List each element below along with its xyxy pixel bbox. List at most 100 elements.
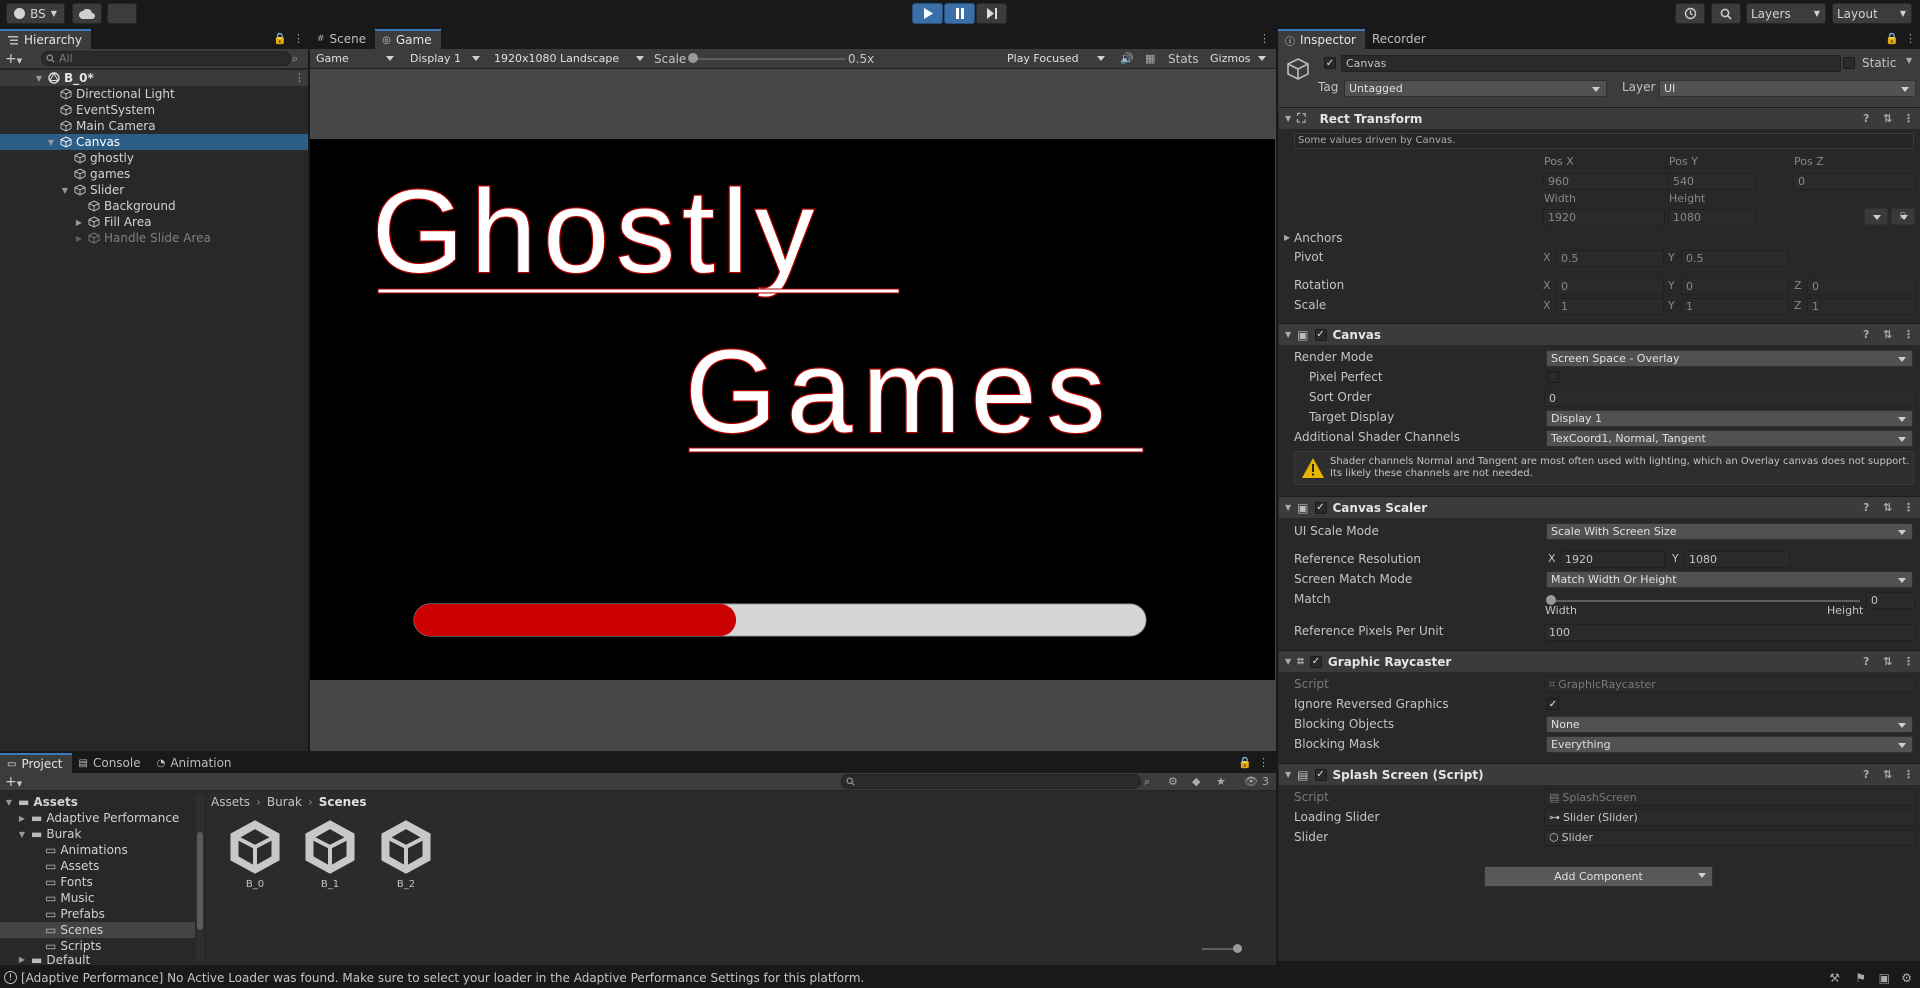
static-checkbox[interactable] bbox=[1843, 57, 1855, 69]
folder-assets-sub[interactable]: ▭ Assets bbox=[45, 858, 99, 874]
blocking-objects-dropdown[interactable]: None bbox=[1546, 716, 1913, 733]
collapse-arrow-icon[interactable]: ▶ bbox=[17, 813, 27, 823]
project-search-input[interactable] bbox=[841, 774, 1141, 789]
hierarchy-item-directional-light[interactable]: Directional Light bbox=[60, 86, 175, 102]
more-menu-icon[interactable]: ⋮ bbox=[1903, 328, 1914, 341]
folder-adaptive-performance[interactable]: ▶ ▬ Adaptive Performance bbox=[17, 810, 179, 826]
expand-arrow-icon[interactable]: ▼ bbox=[46, 137, 56, 147]
render-mode-dropdown[interactable]: Screen Space - Overlay bbox=[1546, 350, 1913, 367]
enabled-checkbox[interactable]: ✓ bbox=[1314, 328, 1327, 341]
foldout-arrow-icon[interactable]: ▼ bbox=[1285, 657, 1291, 666]
help-icon[interactable]: ? bbox=[1863, 328, 1869, 341]
step-button[interactable] bbox=[976, 3, 1007, 24]
canvas-component-header[interactable]: ▼ ▣ ✓ Canvas ? ⇅ ⋮ bbox=[1279, 323, 1920, 345]
pivot-x-field[interactable]: 0.5 bbox=[1556, 250, 1664, 267]
debug-icon[interactable]: ⚑ bbox=[1855, 971, 1866, 985]
pause-button[interactable] bbox=[944, 3, 975, 24]
pos-z-field[interactable]: 0 bbox=[1793, 173, 1916, 190]
folder-music[interactable]: ▭ Music bbox=[45, 890, 95, 906]
expand-arrow-icon[interactable]: ▼ bbox=[60, 185, 70, 195]
account-dropdown[interactable]: BS ▼ bbox=[6, 3, 65, 24]
tab-recorder[interactable]: Recorder bbox=[1364, 29, 1435, 49]
hierarchy-item-eventsystem[interactable]: EventSystem bbox=[60, 102, 155, 118]
collab-button[interactable] bbox=[107, 3, 137, 24]
folder-scripts[interactable]: ▭ Scripts bbox=[45, 938, 101, 954]
help-icon[interactable]: ? bbox=[1863, 768, 1869, 781]
foldout-arrow-icon[interactable]: ▶ bbox=[1284, 233, 1290, 242]
keyboard-icon[interactable]: ▦ bbox=[1145, 52, 1155, 65]
hierarchy-item-background[interactable]: Background bbox=[88, 198, 176, 214]
slider-field[interactable]: ⬡ Slider bbox=[1544, 829, 1916, 846]
hierarchy-item-slider[interactable]: ▼ Slider bbox=[60, 182, 124, 198]
pivot-y-field[interactable]: 0.5 bbox=[1681, 250, 1789, 267]
rotation-z-field[interactable]: 0 bbox=[1807, 278, 1916, 295]
scene-more-icon[interactable]: ⋮ bbox=[294, 71, 305, 84]
tab-project[interactable]: ▭ Project bbox=[0, 753, 72, 773]
build-icon[interactable]: ⚙ bbox=[1901, 971, 1912, 985]
hierarchy-item-canvas[interactable]: ▼ Canvas bbox=[46, 134, 120, 150]
graphic-raycaster-header[interactable]: ▼ ⌗ ✓ Graphic Raycaster ? ⇅ ⋮ bbox=[1279, 650, 1920, 672]
help-icon[interactable]: ? bbox=[1863, 655, 1869, 668]
favorite-icon[interactable]: ★ bbox=[1216, 775, 1226, 788]
sort-order-field[interactable]: 0 bbox=[1544, 390, 1916, 407]
collapse-arrow-icon[interactable]: ▶ bbox=[17, 955, 27, 965]
more-menu-icon[interactable]: ⋮ bbox=[1258, 756, 1269, 769]
play-focused-dropdown[interactable]: Play Focused bbox=[1003, 50, 1111, 67]
folder-animations[interactable]: ▭ Animations bbox=[45, 842, 128, 858]
history-button[interactable] bbox=[1675, 3, 1705, 24]
hierarchy-item-main-camera[interactable]: Main Camera bbox=[60, 118, 156, 134]
blocking-mask-dropdown[interactable]: Everything bbox=[1546, 736, 1913, 753]
foldout-arrow-icon[interactable]: ▼ bbox=[1285, 114, 1291, 123]
enabled-checkbox[interactable]: ✓ bbox=[1314, 501, 1327, 514]
breadcrumb-item[interactable]: Burak bbox=[267, 795, 302, 809]
more-menu-icon[interactable]: ⋮ bbox=[1903, 501, 1914, 514]
match-value-field[interactable]: 0 bbox=[1866, 592, 1915, 609]
expand-arrow-icon[interactable]: ▼ bbox=[34, 73, 44, 83]
splash-screen-header[interactable]: ▼ ▤ ✓ Splash Screen (Script) ? ⇅ ⋮ bbox=[1279, 763, 1920, 785]
tab-console[interactable]: ▤ Console bbox=[71, 753, 150, 773]
object-name-field[interactable]: Canvas bbox=[1341, 55, 1841, 72]
more-menu-icon[interactable]: ⋮ bbox=[1903, 655, 1914, 668]
match-slider-track[interactable] bbox=[1551, 600, 1860, 602]
folder-assets[interactable]: ▼ ▬ Assets bbox=[4, 794, 78, 810]
cache-server-icon[interactable]: ▣ bbox=[1879, 971, 1890, 985]
hierarchy-item-games[interactable]: games bbox=[74, 166, 130, 182]
expand-arrow-icon[interactable]: ▼ bbox=[4, 797, 14, 807]
target-display-dropdown[interactable]: Display 1 bbox=[1546, 410, 1913, 427]
ignore-reversed-checkbox[interactable]: ✓ bbox=[1547, 698, 1559, 710]
folder-burak[interactable]: ▼ ▬ Burak bbox=[17, 826, 82, 842]
play-button[interactable] bbox=[912, 3, 943, 24]
more-menu-icon[interactable]: ⋮ bbox=[293, 32, 304, 45]
stats-button[interactable]: Stats bbox=[1168, 52, 1199, 66]
scale-slider-track[interactable] bbox=[693, 58, 845, 60]
scrollbar-thumb[interactable] bbox=[197, 832, 203, 930]
breadcrumb-item[interactable]: Scenes bbox=[319, 795, 367, 809]
progress-icon[interactable]: ⚒ bbox=[1829, 971, 1840, 985]
scene-asset-b1[interactable]: B_1 bbox=[300, 818, 360, 890]
game-view-dropdown[interactable]: Game bbox=[312, 50, 400, 67]
pos-y-field[interactable]: 540 bbox=[1668, 173, 1756, 190]
presets-icon[interactable]: ⇅ bbox=[1883, 112, 1892, 125]
ref-res-x-field[interactable]: 1920 bbox=[1560, 551, 1665, 568]
lock-icon[interactable]: 🔒 bbox=[273, 32, 287, 45]
enabled-checkbox[interactable]: ✓ bbox=[1309, 655, 1322, 668]
scene-asset-b2[interactable]: B_2 bbox=[376, 818, 436, 890]
tab-game[interactable]: ◎ Game bbox=[375, 29, 441, 49]
pixel-perfect-checkbox[interactable] bbox=[1547, 371, 1559, 383]
hierarchy-search-input[interactable]: All bbox=[41, 51, 291, 66]
rotation-x-field[interactable]: 0 bbox=[1556, 278, 1664, 295]
label-icon[interactable]: ◆ bbox=[1192, 775, 1200, 788]
more-menu-icon[interactable]: ⋮ bbox=[1259, 32, 1270, 45]
scale-z-field[interactable]: 1 bbox=[1807, 298, 1916, 315]
add-icon[interactable]: +▼ bbox=[5, 774, 22, 790]
foldout-arrow-icon[interactable]: ▼ bbox=[1285, 330, 1291, 339]
folder-scenes[interactable]: ▭ Scenes bbox=[45, 922, 103, 938]
foldout-arrow-icon[interactable]: ▼ bbox=[1285, 770, 1291, 779]
chevron-down-icon[interactable]: ▼ bbox=[1906, 56, 1912, 65]
search-button[interactable] bbox=[1711, 3, 1741, 24]
resolution-dropdown[interactable]: 1920x1080 Landscape bbox=[490, 50, 650, 67]
tab-hierarchy[interactable]: Hierarchy bbox=[0, 29, 92, 49]
tag-dropdown[interactable]: Untagged bbox=[1344, 80, 1607, 97]
scale-slider-knob[interactable] bbox=[688, 53, 698, 63]
scale-y-field[interactable]: 1 bbox=[1681, 298, 1789, 315]
